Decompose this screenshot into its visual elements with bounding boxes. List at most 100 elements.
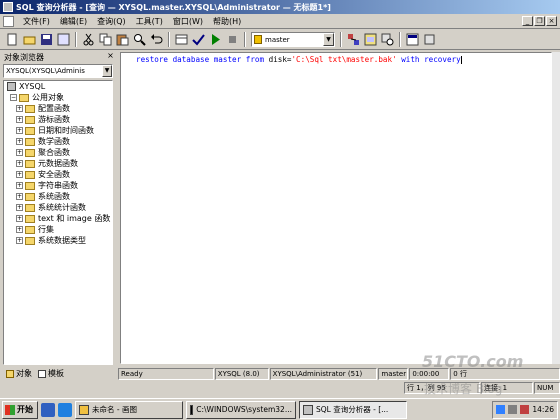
task-paint-label: 未命名 - 画图 <box>92 405 137 414</box>
objects-tab-icon <box>6 369 14 378</box>
expand-icon[interactable]: + <box>16 138 23 145</box>
show-plan-icon[interactable] <box>345 32 361 48</box>
expand-icon[interactable]: + <box>16 226 23 233</box>
tree-item[interactable]: + text 和 image 函数 <box>4 213 112 224</box>
console-icon <box>190 404 194 415</box>
open-icon[interactable] <box>21 32 37 48</box>
tab-templates[interactable]: 模板 <box>35 367 67 380</box>
menu-query[interactable]: 查询(Q) <box>92 16 131 27</box>
expand-icon[interactable]: + <box>16 193 23 200</box>
tree-item-label: 数学函数 <box>38 137 70 146</box>
menu-tools[interactable]: 工具(T) <box>131 16 168 27</box>
start-label: 开始 <box>17 405 33 414</box>
task-paint[interactable]: 未命名 - 画图 <box>75 400 183 419</box>
query-string-literal: 'C:\Sql txt\master.bak' <box>291 55 397 64</box>
save-icon[interactable] <box>38 32 54 48</box>
cut-icon[interactable] <box>80 32 96 48</box>
object-browser-icon[interactable] <box>362 32 378 48</box>
tree-item[interactable]: + 元数据函数 <box>4 158 112 169</box>
expand-icon[interactable]: + <box>16 182 23 189</box>
expand-icon[interactable]: + <box>16 204 23 211</box>
close-icon[interactable]: × <box>546 16 557 26</box>
tree-item[interactable]: + 行集 <box>4 224 112 235</box>
folder-icon <box>25 137 35 146</box>
find-icon[interactable] <box>131 32 147 48</box>
desktop-icon[interactable] <box>41 402 55 417</box>
expand-icon[interactable]: + <box>16 237 23 244</box>
expand-icon[interactable]: + <box>16 215 23 222</box>
folder-icon <box>25 181 35 190</box>
tree-root[interactable]: XYSQL <box>4 81 112 92</box>
object-browser-title: 对象浏览器 <box>4 53 44 62</box>
start-button[interactable]: 开始 <box>2 400 38 419</box>
tree-item[interactable]: + 数学函数 <box>4 136 112 147</box>
minimize-icon[interactable]: _ <box>522 16 533 26</box>
task-cmd[interactable]: C:\WINDOWS\system32... <box>186 400 296 419</box>
server-select[interactable]: XYSQL(XYSQL\Adminis ▼ <box>3 64 113 78</box>
tree-item-label: 系统数据类型 <box>38 236 86 245</box>
status-user: XYSQL\Administrator (51) <box>269 368 378 380</box>
windows-logo-icon <box>5 404 15 415</box>
tree-item-label: 游标函数 <box>38 115 70 124</box>
watermark-line-1: 51CTO.com <box>422 352 524 371</box>
tab-templates-label: 模板 <box>48 369 64 378</box>
query-editor[interactable] <box>120 52 552 364</box>
menu-window[interactable]: 窗口(W) <box>168 16 208 27</box>
title-bar[interactable]: SQL 查询分析器 - [查询 — XYSQL.master.XYSQL\Adm… <box>0 0 560 14</box>
network-icon[interactable] <box>496 405 506 414</box>
sql-server-icon[interactable] <box>508 405 518 414</box>
task-query-analyzer[interactable]: SQL 查询分析器 - [... <box>299 400 407 419</box>
restore-icon[interactable]: ❐ <box>534 16 545 26</box>
tree-common-objects[interactable]: − 公用对象 <box>4 92 112 103</box>
tab-objects[interactable]: 对象 <box>3 367 35 380</box>
tree-item[interactable]: + 安全函数 <box>4 169 112 180</box>
tree-item[interactable]: + 配置函数 <box>4 103 112 114</box>
expand-icon[interactable]: + <box>16 127 23 134</box>
expand-icon[interactable]: + <box>16 160 23 167</box>
parse-icon[interactable] <box>190 32 206 48</box>
insert-template-icon[interactable] <box>55 32 71 48</box>
menu-help[interactable]: 帮助(H) <box>208 16 246 27</box>
copy-icon[interactable] <box>97 32 113 48</box>
stop-icon[interactable] <box>224 32 240 48</box>
expand-icon[interactable]: + <box>16 105 23 112</box>
expand-icon[interactable]: + <box>16 149 23 156</box>
database-select[interactable]: master ▼ <box>251 32 335 47</box>
expand-icon[interactable]: + <box>16 171 23 178</box>
tree-item[interactable]: + 聚合函数 <box>4 147 112 158</box>
menu-edit[interactable]: 编辑(E) <box>55 16 92 27</box>
expand-icon[interactable]: + <box>16 116 23 123</box>
properties-icon[interactable] <box>404 32 420 48</box>
close-icon[interactable]: × <box>106 52 115 61</box>
tree-item[interactable]: + 系统数据类型 <box>4 235 112 246</box>
document-icon[interactable] <box>3 15 14 27</box>
app-icon <box>3 2 13 12</box>
clear-window-icon[interactable] <box>421 32 437 48</box>
toolbar-separator <box>168 32 170 47</box>
folder-icon <box>25 126 35 135</box>
object-search-icon[interactable] <box>379 32 395 48</box>
chevron-down-icon[interactable]: ▼ <box>102 65 112 77</box>
execute-icon[interactable] <box>207 32 223 48</box>
status-server: XYSQL (8.0) <box>214 368 269 380</box>
browser-icon[interactable] <box>58 402 72 417</box>
tree-item[interactable]: + 系统统计函数 <box>4 202 112 213</box>
menu-file[interactable]: 文件(F) <box>18 16 55 27</box>
query-text[interactable]: restore database master from disk='C:\Sq… <box>136 55 462 64</box>
ime-icon[interactable] <box>520 405 530 414</box>
undo-icon[interactable] <box>148 32 164 48</box>
database-icon <box>254 35 262 44</box>
tree-item[interactable]: + 系统函数 <box>4 191 112 202</box>
results-mode-icon[interactable] <box>173 32 189 48</box>
tree-item[interactable]: + 游标函数 <box>4 114 112 125</box>
new-query-icon[interactable] <box>4 32 20 48</box>
toolbar-separator <box>75 32 77 47</box>
chevron-down-icon[interactable]: ▼ <box>323 33 334 46</box>
object-tree[interactable]: XYSQL − 公用对象 + 配置函数 + 游标函数 + 日期和时间函数 + 数学函数 + 聚合函… <box>3 80 113 365</box>
menu-bar: 文件(F) 编辑(E) 查询(Q) 工具(T) 窗口(W) 帮助(H) _ ❐ … <box>0 14 560 29</box>
tree-item[interactable]: + 字符串函数 <box>4 180 112 191</box>
collapse-icon[interactable]: − <box>10 94 17 101</box>
tree-item[interactable]: + 日期和时间函数 <box>4 125 112 136</box>
paste-icon[interactable] <box>114 32 130 48</box>
vertical-scrollbar[interactable] <box>552 52 560 364</box>
